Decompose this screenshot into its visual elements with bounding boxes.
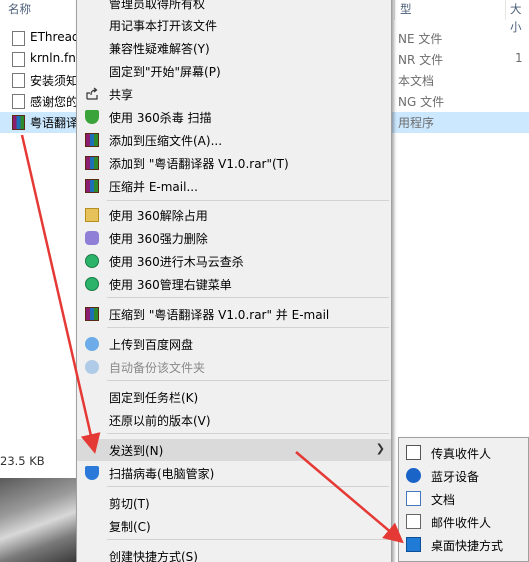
annotation-arrow-to-desktop-shortcut xyxy=(295,451,404,544)
annotation-arrow-to-send-to xyxy=(20,134,101,454)
annotation-arrows xyxy=(20,134,404,544)
